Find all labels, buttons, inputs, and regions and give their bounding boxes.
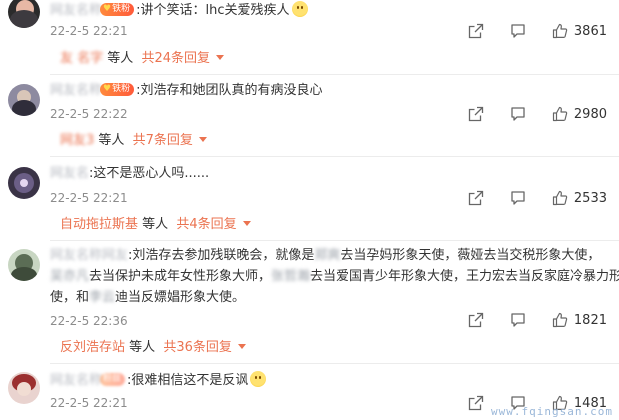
avatar[interactable] [8, 372, 40, 404]
comment-item: 网友名称♥铁粉:讲个笑话：lhc关爱残疾人 22-2-5 22:21 3861 … [0, 0, 619, 78]
emoji-icon [250, 371, 267, 387]
reply-users[interactable]: 自动拖拉斯基 [60, 217, 138, 232]
share-icon[interactable] [468, 395, 484, 411]
avatar[interactable] [8, 249, 40, 281]
comment-text: :这不是恶心人吗...... [89, 166, 210, 181]
avatar[interactable] [8, 84, 40, 116]
share-icon[interactable] [468, 312, 484, 328]
comment-text-line: 去当孕妈形象天使，薇娅去当交税形象大使， [340, 248, 601, 263]
like-count: 2533 [573, 190, 607, 206]
comment-text-line: 去当爱国青少年形象大使，王力宏去当反家庭冷暴力形象大 [310, 269, 619, 284]
divider [50, 363, 619, 364]
reply-summary[interactable]: 网友3 等人 共7条回复 [60, 132, 207, 150]
fan-badge: ♥铁粉 [100, 3, 135, 16]
reply-summary[interactable]: 反刘浩存站 等人 共36条回复 [60, 339, 246, 357]
like-count: 3861 [573, 23, 607, 39]
chevron-down-icon [237, 344, 246, 349]
like-count: 2980 [573, 106, 607, 122]
share-icon[interactable] [468, 190, 484, 206]
comment-text: :刘浩存和她团队真的有病没良心 [136, 83, 323, 98]
username[interactable]: 网友名 [50, 163, 89, 185]
reply-count-link[interactable]: 共7条回复 [133, 133, 193, 148]
reply-summary[interactable]: 友 名字 等人 共24条回复 [60, 50, 224, 68]
chevron-down-icon [242, 221, 251, 226]
reply-count-link[interactable]: 共36条回复 [163, 340, 232, 355]
like-count: 1821 [573, 312, 607, 328]
comment-text-line: 迪当反嫖娼形象大使。 [115, 290, 246, 305]
share-icon[interactable] [468, 23, 484, 39]
comment-item: 网友名:这不是恶心人吗...... 22-2-5 22:21 2533 自动拖拉… [0, 163, 619, 241]
reply-users[interactable]: 友 名字 [60, 51, 103, 66]
share-icon[interactable] [468, 106, 484, 122]
comment-date: 22-2-5 22:36 [50, 314, 128, 328]
like-icon[interactable] [552, 312, 568, 328]
fan-badge: 粉丝 [100, 373, 126, 386]
comment-text: :很难相信这不是反讽 [127, 373, 249, 388]
comment-text: :讲个笑话：lhc关爱残疾人 [136, 3, 290, 18]
username[interactable]: 网友名称 [50, 0, 102, 22]
comment-text-line: 去当保护未成年女性形象大师， [89, 269, 272, 284]
like-icon[interactable] [552, 190, 568, 206]
divider [50, 240, 619, 241]
reply-users[interactable]: 网友3 [60, 133, 94, 148]
username[interactable]: 网友名称网友 [50, 245, 128, 267]
like-icon[interactable] [552, 23, 568, 39]
comment-text-line: :刘浩存去参加残联晚会，就像是 [128, 248, 315, 263]
like-icon[interactable] [552, 106, 568, 122]
comment-icon[interactable] [510, 23, 526, 39]
username[interactable]: 网友名称 [50, 370, 102, 392]
comment-item: 网友名称♥铁粉:刘浩存和她团队真的有病没良心 22-2-5 22:22 2980… [0, 80, 619, 158]
reply-summary[interactable]: 自动拖拉斯基 等人 共4条回复 [60, 216, 251, 234]
fan-badge: ♥铁粉 [100, 83, 135, 96]
avatar[interactable] [8, 0, 40, 28]
watermark: www.fqingsan.com [491, 405, 613, 418]
comment-icon[interactable] [510, 312, 526, 328]
divider [50, 74, 619, 75]
avatar[interactable] [8, 167, 40, 199]
comment-date: 22-2-5 22:21 [50, 191, 128, 205]
comment-date: 22-2-5 22:22 [50, 107, 128, 121]
reply-users[interactable]: 反刘浩存站 [60, 340, 125, 355]
comment-item: 网友名称网友:刘浩存去参加残联晚会，就像是郑爽去当孕妈形象天使，薇娅去当交税形象… [0, 245, 619, 363]
reply-count-link[interactable]: 共4条回复 [176, 217, 236, 232]
comment-date: 22-2-5 22:21 [50, 24, 128, 38]
username[interactable]: 网友名称 [50, 80, 102, 102]
comment-icon[interactable] [510, 106, 526, 122]
reply-count-link[interactable]: 共24条回复 [141, 51, 210, 66]
chevron-down-icon [198, 137, 207, 142]
comment-icon[interactable] [510, 190, 526, 206]
comment-date: 22-2-5 22:21 [50, 396, 128, 410]
comment-text-line: 使，和 [50, 290, 90, 305]
emoji-icon [291, 1, 308, 17]
divider [50, 156, 619, 157]
chevron-down-icon [215, 55, 224, 60]
